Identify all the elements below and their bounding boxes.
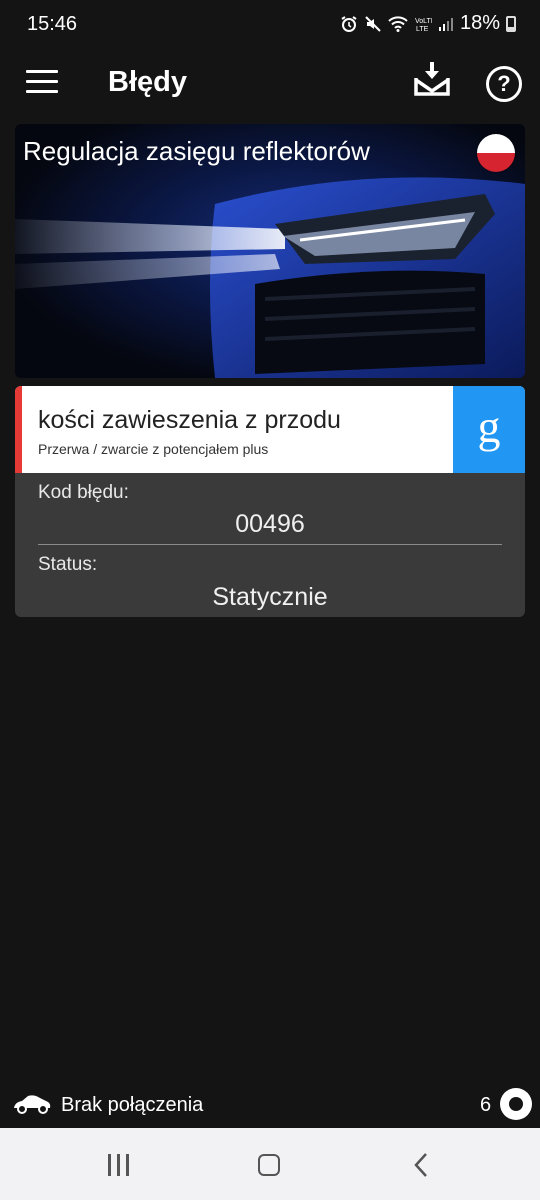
inbox-download-icon[interactable] [412, 60, 452, 100]
hamburger-menu-icon[interactable] [26, 70, 58, 96]
poland-flag-icon[interactable] [477, 134, 515, 172]
error-subtitle: Przerwa / zwarcie z potencjałem plus [38, 441, 269, 457]
status-time: 15:46 [27, 13, 78, 35]
battery-icon [506, 15, 516, 32]
connection-count: 6 [480, 1094, 492, 1116]
page-title: Błędy [108, 66, 187, 98]
google-search-button[interactable]: g [453, 386, 525, 473]
svg-text:VoLTE: VoLTE [415, 18, 432, 25]
app-bar: Błędy ? [0, 50, 540, 118]
status-bar: 15:46 VoLTE LTE 18% [0, 0, 540, 50]
error-accent-bar [15, 386, 22, 473]
mute-icon [365, 15, 381, 32]
alarm-icon [341, 15, 357, 32]
status-icons: VoLTE LTE 18% [340, 12, 516, 35]
car-icon [14, 1095, 51, 1114]
wifi-icon [388, 15, 408, 32]
svg-text:LTE: LTE [416, 26, 429, 33]
module-title: Regulacja zasięgu reflektorów [23, 136, 370, 166]
signal-icon [438, 17, 453, 31]
volte-icon: VoLTE LTE [415, 18, 432, 33]
recent-apps-icon[interactable] [106, 1154, 132, 1176]
connection-status: Brak połączenia [61, 1094, 204, 1116]
interface-logo-icon[interactable] [500, 1088, 532, 1120]
module-banner: Regulacja zasięgu reflektorów [15, 124, 525, 378]
system-nav-bar [0, 1128, 540, 1200]
status-label: Status: [38, 554, 98, 575]
error-header[interactable]: kości zawieszenia z przodu Przerwa / zwa… [15, 386, 525, 473]
error-title: kości zawieszenia z przodu [38, 406, 341, 434]
connection-bar: Brak połączenia 6 [0, 1084, 540, 1128]
google-icon: g [477, 401, 501, 452]
battery-percent: 18% [459, 12, 500, 34]
error-card: kości zawieszenia z przodu Przerwa / zwa… [15, 386, 525, 617]
error-code-label: Kod błędu: [38, 482, 129, 503]
home-icon[interactable] [258, 1154, 280, 1176]
error-code-value: 00496 [235, 510, 305, 538]
status-value: Statycznie [212, 583, 328, 611]
help-button[interactable]: ? [486, 66, 522, 102]
divider [38, 544, 502, 545]
back-icon[interactable] [410, 1152, 434, 1178]
